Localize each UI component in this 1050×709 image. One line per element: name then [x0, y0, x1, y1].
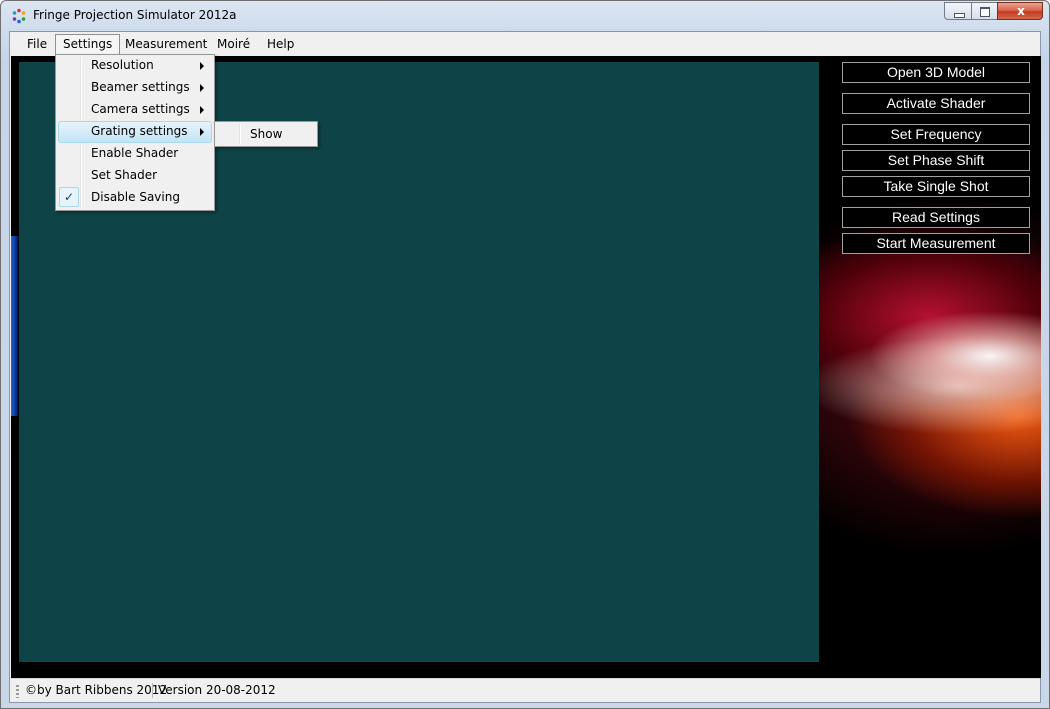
menu-item-resolution[interactable]: Resolution	[58, 55, 212, 77]
activate-shader-button[interactable]: Activate Shader	[842, 93, 1030, 114]
menu-item-label: Set Shader	[91, 168, 158, 182]
app-window: Fringe Projection Simulator 2012a x File…	[0, 0, 1050, 709]
menu-item-label: Resolution	[91, 58, 154, 72]
submenu-arrow-icon	[200, 62, 204, 70]
caption-buttons: x	[944, 2, 1043, 21]
menu-gutter	[239, 124, 241, 144]
start-measurement-button[interactable]: Start Measurement	[842, 233, 1030, 254]
menu-item-disable-saving[interactable]: ✓ Disable Saving	[58, 187, 212, 209]
open-3d-model-button[interactable]: Open 3D Model	[842, 62, 1030, 83]
menu-item-set-shader[interactable]: Set Shader	[58, 165, 212, 187]
status-version: Version 20-08-2012	[158, 683, 276, 697]
maximize-icon	[980, 7, 990, 17]
check-icon: ✓	[59, 187, 79, 207]
submenu-arrow-icon	[200, 128, 204, 136]
menu-item-label: Beamer settings	[91, 80, 190, 94]
control-panel: Open 3D Model Activate Shader Set Freque…	[819, 56, 1041, 678]
status-copyright: ©by Bart Ribbens 2012	[25, 683, 168, 697]
take-single-shot-button[interactable]: Take Single Shot	[842, 176, 1030, 197]
menu-file[interactable]: File	[20, 34, 54, 54]
close-button[interactable]: x	[997, 2, 1043, 20]
menu-item-label: Grating settings	[91, 124, 188, 138]
menu-settings[interactable]: Settings	[55, 34, 121, 54]
status-separator	[152, 683, 153, 698]
menu-item-show[interactable]: Show	[250, 127, 282, 141]
window-title: Fringe Projection Simulator 2012a	[33, 8, 237, 22]
set-phase-shift-button[interactable]: Set Phase Shift	[842, 150, 1030, 171]
minimize-icon	[954, 13, 965, 18]
menu-item-grating-settings[interactable]: Grating settings	[58, 121, 212, 143]
menu-item-label: Disable Saving	[91, 190, 180, 204]
menu-moire[interactable]: Moiré	[210, 34, 257, 54]
menu-measurement[interactable]: Measurement	[118, 34, 214, 54]
status-grip	[16, 685, 19, 698]
status-bar: ©by Bart Ribbens 2012 Version 20-08-2012	[10, 678, 1040, 702]
grating-submenu: Show	[214, 121, 318, 147]
menu-help[interactable]: Help	[260, 34, 301, 54]
menu-item-beamer-settings[interactable]: Beamer settings	[58, 77, 212, 99]
settings-dropdown: Resolution Beamer settings Camera settin…	[55, 54, 215, 211]
menu-item-enable-shader[interactable]: Enable Shader	[58, 143, 212, 165]
maximize-button[interactable]	[971, 2, 997, 20]
app-icon	[12, 8, 26, 24]
title-bar[interactable]: Fringe Projection Simulator 2012a x	[1, 1, 1049, 31]
background-glow	[11, 236, 19, 416]
submenu-arrow-icon	[200, 84, 204, 92]
menu-item-label: Camera settings	[91, 102, 190, 116]
menu-item-label: Enable Shader	[91, 146, 179, 160]
menu-item-camera-settings[interactable]: Camera settings	[58, 99, 212, 121]
minimize-button[interactable]	[944, 2, 971, 20]
menu-bar: File Settings Measurement Moiré Help	[10, 32, 1040, 56]
set-frequency-button[interactable]: Set Frequency	[842, 124, 1030, 145]
close-icon: x	[1017, 4, 1025, 18]
submenu-arrow-icon	[200, 106, 204, 114]
read-settings-button[interactable]: Read Settings	[842, 207, 1030, 228]
